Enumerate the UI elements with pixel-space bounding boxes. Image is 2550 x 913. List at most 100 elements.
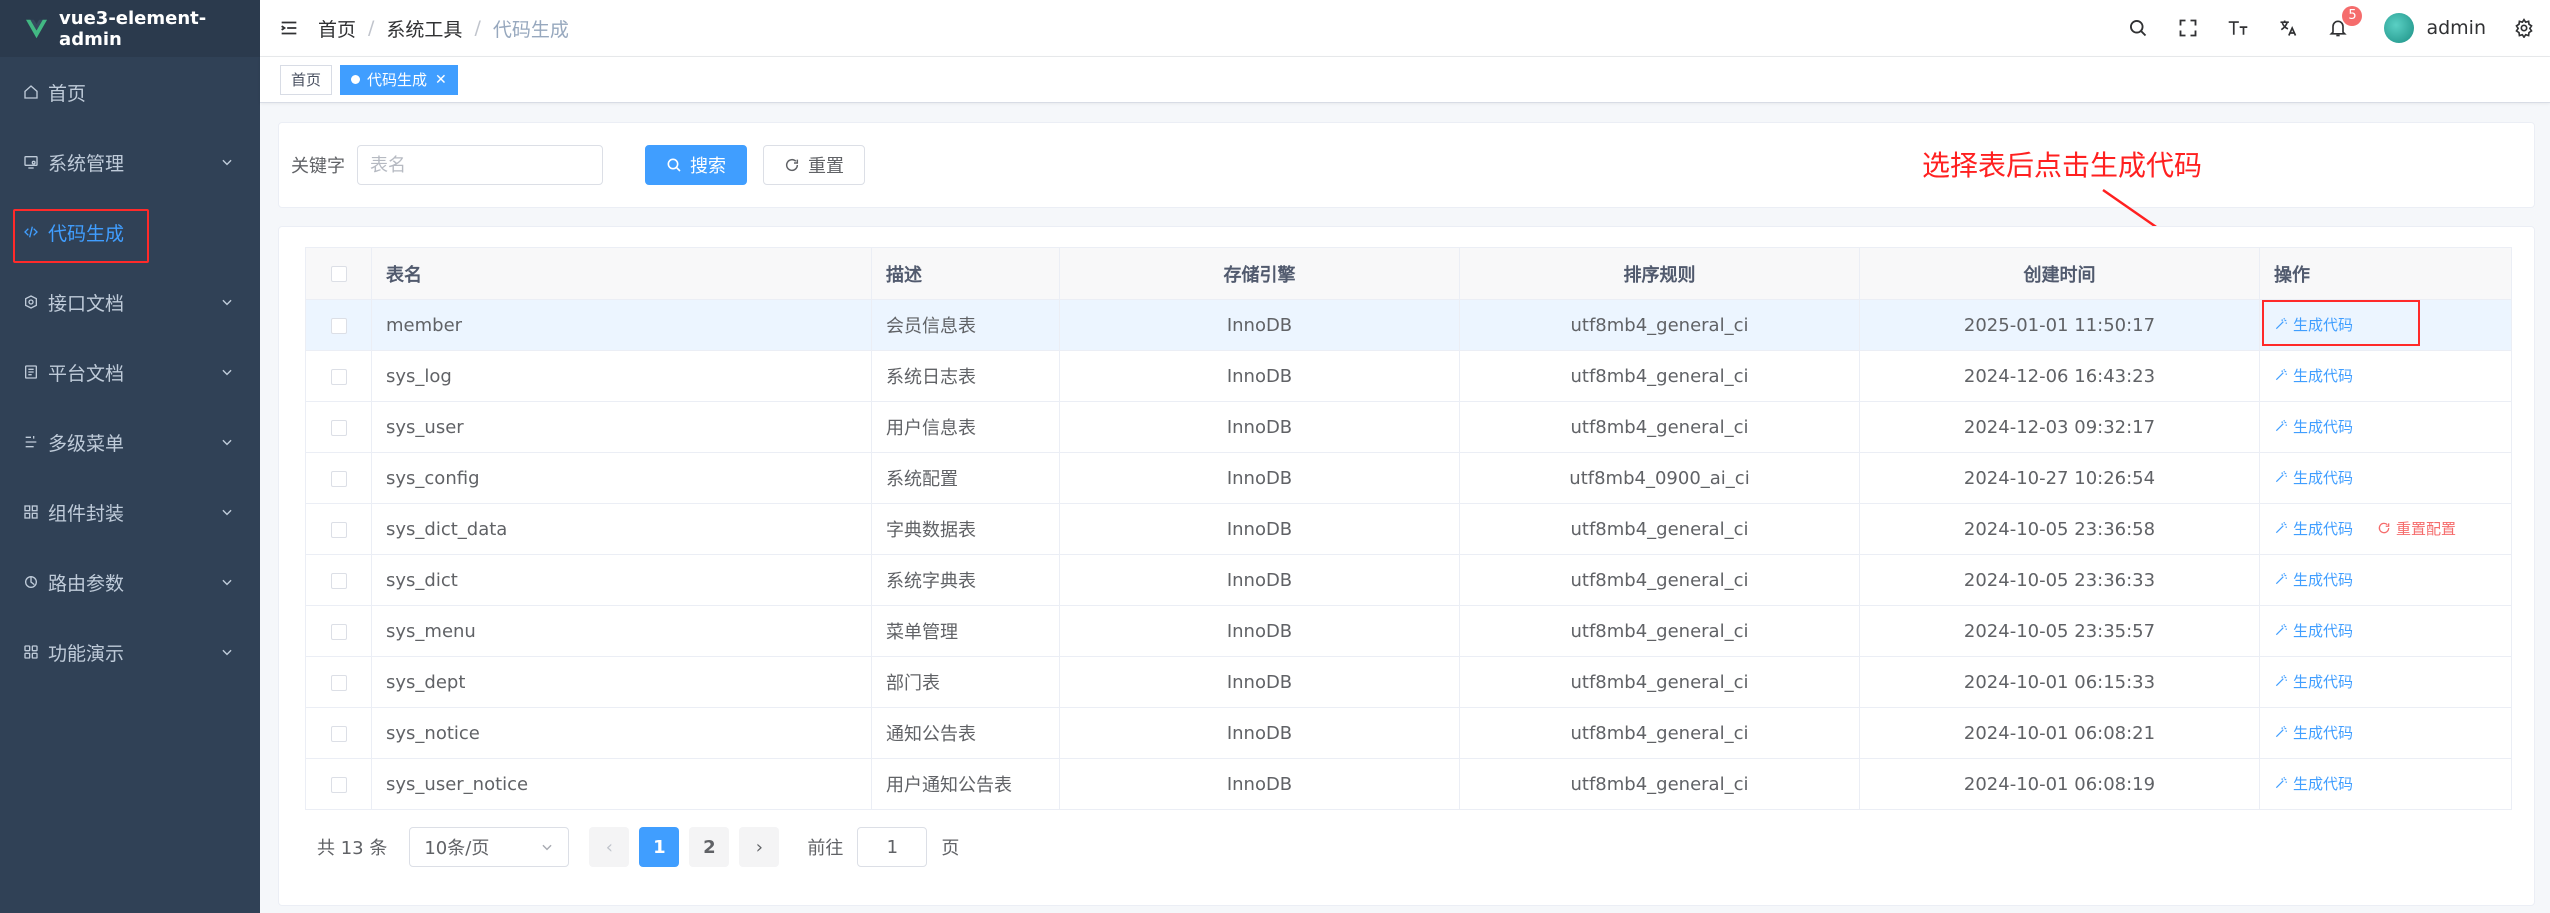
user-dropdown[interactable]: admin xyxy=(2384,13,2486,43)
cell-actions: 生成代码 xyxy=(2259,554,2512,606)
keyword-input[interactable] xyxy=(357,145,603,185)
row-checkbox[interactable] xyxy=(330,470,347,487)
row-checkbox[interactable] xyxy=(330,419,347,436)
cell-created-time: 2024-10-01 06:15:33 xyxy=(1859,656,2260,708)
generate-code-button[interactable]: 生成代码 xyxy=(2274,365,2353,386)
sidebar-item-route[interactable]: 路由参数 xyxy=(0,547,260,617)
col-header-actions: 操作 xyxy=(2259,247,2512,300)
next-page-button[interactable]: › xyxy=(739,827,780,867)
row-select-cell[interactable] xyxy=(305,758,372,810)
sidebar-item-document[interactable]: 平台文档 xyxy=(0,337,260,407)
app-title: vue3-element-admin xyxy=(59,7,207,50)
table-row: sys_dict 系统字典表 InnoDB utf8mb4_general_ci 202… xyxy=(305,554,2512,606)
sidebar-item-component[interactable]: 组件封装 xyxy=(0,477,260,547)
keyword-label: 关键字 xyxy=(291,156,345,177)
cell-table-name: sys_dict_data xyxy=(371,503,872,555)
select-all-cell[interactable] xyxy=(305,247,372,300)
generate-code-button[interactable]: 生成代码 xyxy=(2274,722,2353,743)
language-icon[interactable] xyxy=(2276,16,2300,40)
cell-collation: utf8mb4_general_ci xyxy=(1459,554,1860,606)
hamburger-icon[interactable] xyxy=(278,17,300,39)
row-select-cell[interactable] xyxy=(305,707,372,759)
prev-page-button[interactable]: ‹ xyxy=(589,827,630,867)
row-checkbox[interactable] xyxy=(330,674,347,691)
magic-wand-icon xyxy=(2275,675,2288,687)
fullscreen-icon[interactable] xyxy=(2176,16,2200,40)
col-header-name: 表名 xyxy=(371,247,872,300)
goto-prefix: 前往 xyxy=(807,838,844,859)
sidebar-item-label: 多级菜单 xyxy=(48,432,125,455)
goto-page-input[interactable] xyxy=(857,827,928,867)
search-icon[interactable] xyxy=(2126,16,2150,40)
col-header-desc: 描述 xyxy=(871,247,1060,300)
row-select-cell[interactable] xyxy=(305,299,372,351)
row-checkbox[interactable] xyxy=(330,317,347,334)
reset-config-label: 重置配置 xyxy=(2396,519,2457,538)
cell-engine: InnoDB xyxy=(1059,299,1460,351)
sidebar-item-api[interactable]: 接口文档 xyxy=(0,267,260,337)
page-size-select[interactable]: 10条/页 xyxy=(409,827,570,867)
generate-code-label: 生成代码 xyxy=(2293,723,2354,742)
generate-code-button[interactable]: 生成代码 xyxy=(2274,620,2353,641)
page-1-button[interactable]: 1 xyxy=(639,827,680,867)
goto-page: 前往 页 xyxy=(807,827,959,867)
font-size-icon[interactable] xyxy=(2226,16,2250,40)
row-select-cell[interactable] xyxy=(305,350,372,402)
search-button[interactable]: 搜索 xyxy=(645,145,747,185)
reset-config-button[interactable]: 重置配置 xyxy=(2377,518,2456,539)
cell-description: 会员信息表 xyxy=(871,299,1060,351)
chevron-down-icon xyxy=(222,509,232,516)
app-logo[interactable]: vue3-element-admin xyxy=(0,0,260,57)
close-icon[interactable]: ✕ xyxy=(435,72,447,88)
top-navbar: 首页 / 系统工具 / 代码生成 5 admin xyxy=(260,0,2550,57)
sidebar-item-code[interactable]: 代码生成 xyxy=(0,197,260,267)
generate-code-button[interactable]: 生成代码 xyxy=(2274,773,2353,794)
page-2-button[interactable]: 2 xyxy=(689,827,730,867)
row-checkbox[interactable] xyxy=(330,776,347,793)
cell-engine: InnoDB xyxy=(1059,758,1460,810)
cell-created-time: 2024-12-03 09:32:17 xyxy=(1859,401,2260,453)
row-select-cell[interactable] xyxy=(305,401,372,453)
tag-home[interactable]: 首页 xyxy=(280,64,333,95)
cell-engine: InnoDB xyxy=(1059,401,1460,453)
row-checkbox[interactable] xyxy=(330,521,347,538)
row-checkbox[interactable] xyxy=(330,623,347,640)
select-all-checkbox[interactable] xyxy=(330,266,347,282)
cell-actions: 生成代码 xyxy=(2259,758,2512,810)
row-select-cell[interactable] xyxy=(305,554,372,606)
sidebar-item-label: 功能演示 xyxy=(48,642,125,665)
row-checkbox[interactable] xyxy=(330,725,347,742)
tag-code-generation[interactable]: 代码生成 ✕ xyxy=(340,64,458,95)
row-checkbox[interactable] xyxy=(330,572,347,589)
generate-code-button[interactable]: 生成代码 xyxy=(2274,569,2353,590)
generate-code-button[interactable]: 生成代码 xyxy=(2274,518,2353,539)
chevron-down-icon xyxy=(222,579,232,586)
generate-code-button[interactable]: 生成代码 xyxy=(2274,467,2353,488)
breadcrumb-home[interactable]: 首页 xyxy=(318,15,356,42)
sidebar-item-demo[interactable]: 功能演示 xyxy=(0,617,260,687)
notification-badge: 5 xyxy=(2342,6,2363,26)
row-checkbox[interactable] xyxy=(330,368,347,385)
row-select-cell[interactable] xyxy=(305,605,372,657)
multi-menu-icon xyxy=(22,433,40,451)
row-select-cell[interactable] xyxy=(305,452,372,504)
generate-code-button[interactable]: 生成代码 xyxy=(2274,416,2353,437)
settings-gear-icon[interactable] xyxy=(2512,16,2536,40)
avatar xyxy=(2384,13,2415,43)
total-count: 共 13 条 xyxy=(317,838,388,859)
reset-button[interactable]: 重置 xyxy=(763,145,865,185)
cell-engine: InnoDB xyxy=(1059,707,1460,759)
sidebar-item-multi-menu[interactable]: 多级菜单 xyxy=(0,407,260,477)
generate-code-button[interactable]: 生成代码 xyxy=(2274,671,2353,692)
bell-icon[interactable]: 5 xyxy=(2326,6,2363,40)
sidebar-item-system[interactable]: 系统管理 xyxy=(0,127,260,197)
breadcrumb-system-tools[interactable]: 系统工具 xyxy=(386,15,462,42)
sidebar-item-home[interactable]: 首页 xyxy=(0,57,260,127)
row-select-cell[interactable] xyxy=(305,656,372,708)
sidebar-item-label: 首页 xyxy=(48,82,87,105)
generate-code-label: 生成代码 xyxy=(2293,672,2354,691)
table-row: sys_log 系统日志表 InnoDB utf8mb4_general_ci 2024… xyxy=(305,350,2512,402)
table-row: sys_dict_data 字典数据表 InnoDB utf8mb4_general_… xyxy=(305,503,2512,555)
cell-collation: utf8mb4_general_ci xyxy=(1459,656,1860,708)
row-select-cell[interactable] xyxy=(305,503,372,555)
